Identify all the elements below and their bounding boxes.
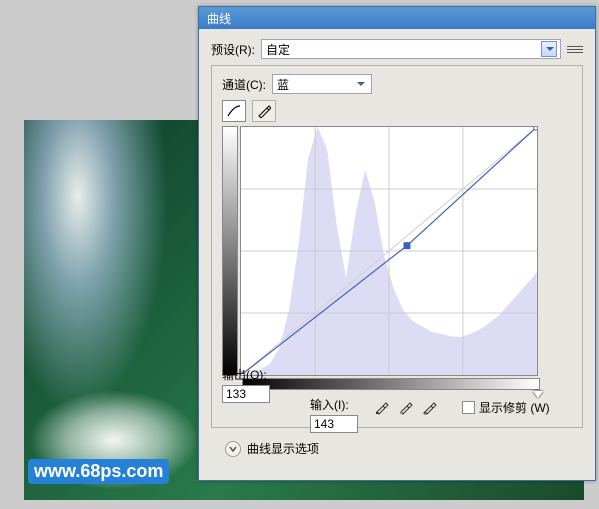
- preset-row: 预设(R): 自定: [211, 39, 583, 59]
- curve-graph[interactable]: [240, 126, 538, 376]
- show-clip-checkbox[interactable]: [462, 401, 475, 414]
- chevron-down-icon: [546, 47, 554, 51]
- channel-value: 蓝: [277, 76, 289, 93]
- channel-label: 通道(C):: [222, 76, 266, 93]
- dialog-body: 预设(R): 自定 通道(C): 蓝: [199, 29, 595, 467]
- black-eyedropper[interactable]: [372, 397, 392, 417]
- curve-svg: [241, 127, 537, 375]
- eyedropper-icon: [374, 399, 390, 415]
- expand-options-button[interactable]: [225, 441, 241, 457]
- preset-dropdown[interactable]: 自定: [261, 39, 561, 59]
- curve-area: [222, 126, 572, 376]
- preset-label: 预设(R):: [211, 41, 255, 58]
- output-label: 输出(O):: [222, 366, 270, 383]
- eyedropper-icon: [398, 399, 414, 415]
- chevron-down-icon: [228, 444, 238, 454]
- preset-menu-button[interactable]: [567, 41, 583, 57]
- chevron-down-icon: [357, 82, 365, 86]
- channel-dropdown[interactable]: 蓝: [272, 74, 372, 94]
- show-clip-label: 显示修剪 (W): [479, 399, 550, 416]
- curve-pencil-tool[interactable]: [252, 100, 276, 122]
- display-options-label: 曲线显示选项: [247, 440, 319, 457]
- curves-dialog: 曲线 预设(R): 自定 通道(C): 蓝: [198, 6, 596, 481]
- gray-eyedropper[interactable]: [396, 397, 416, 417]
- watermark-logo: www.68ps.com: [28, 459, 169, 484]
- curve-point-tool[interactable]: [222, 100, 246, 122]
- display-options-row: 曲线显示选项: [225, 440, 583, 457]
- output-gradient: [222, 126, 238, 376]
- output-group: 输出(O):: [222, 366, 270, 403]
- dialog-title: 曲线: [207, 12, 231, 26]
- eyedropper-icon: [422, 399, 438, 415]
- pencil-icon: [257, 104, 271, 118]
- preset-value: 自定: [266, 41, 290, 58]
- input-gradient-row: [222, 378, 572, 390]
- eyedropper-row: 显示修剪 (W): [372, 397, 572, 417]
- dialog-titlebar[interactable]: 曲线: [199, 7, 595, 29]
- channel-row: 通道(C): 蓝: [222, 74, 572, 94]
- input-field[interactable]: [310, 415, 358, 433]
- curve-icon: [226, 104, 242, 118]
- white-eyedropper[interactable]: [420, 397, 440, 417]
- output-field[interactable]: [222, 385, 270, 403]
- white-point-slider[interactable]: [533, 391, 543, 398]
- input-gradient[interactable]: [242, 378, 540, 390]
- show-clip-checkbox-wrap: 显示修剪 (W): [462, 399, 550, 416]
- curve-fieldset: 通道(C): 蓝: [211, 65, 583, 428]
